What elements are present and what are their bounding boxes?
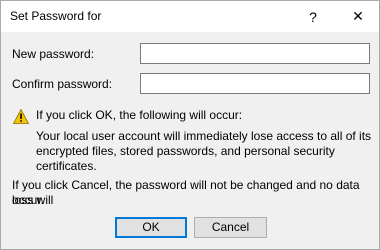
warning-triangle-icon <box>13 109 29 124</box>
confirm-password-label: Confirm password: <box>12 77 113 91</box>
warning-text-line-1: Your local user account will immediately… <box>36 129 372 143</box>
new-password-field[interactable] <box>140 43 370 64</box>
title-bar: Set Password for ? ✕ <box>1 1 379 32</box>
warning-heading: If you click OK, the following will occu… <box>36 108 243 122</box>
ok-button[interactable]: OK <box>115 217 187 238</box>
cancel-note-line-2: occur. <box>12 193 45 207</box>
new-password-label: New password: <box>12 47 95 61</box>
warning-text-line-2: encrypted files, stored passwords, and p… <box>36 144 335 173</box>
set-password-dialog: Set Password for ? ✕ New password: Confi… <box>0 0 380 250</box>
dialog-title: Set Password for <box>10 9 102 23</box>
confirm-password-field[interactable] <box>140 73 370 94</box>
close-icon[interactable]: ✕ <box>338 1 378 32</box>
cancel-button[interactable]: Cancel <box>194 217 267 238</box>
cancel-note-line-1: If you click Cancel, the password will n… <box>12 178 360 207</box>
dialog-body: New password: Confirm password: If you c… <box>1 32 379 249</box>
help-button[interactable]: ? <box>293 1 333 32</box>
